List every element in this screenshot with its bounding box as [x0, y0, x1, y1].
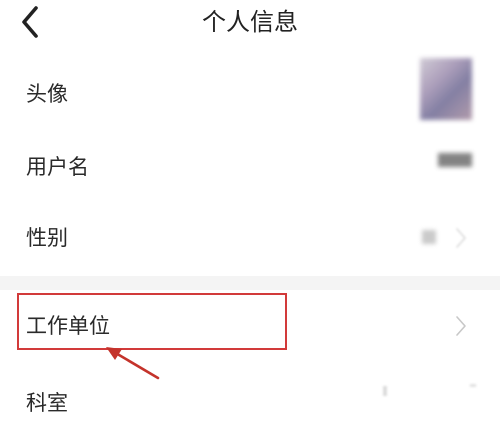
department-artifact — [470, 384, 476, 387]
gender-label: 性别 — [26, 226, 68, 250]
chevron-right-icon — [456, 228, 466, 248]
username-value-redacted — [438, 153, 472, 167]
section-divider — [0, 276, 500, 290]
avatar-row[interactable]: 头像 — [0, 46, 500, 142]
work-unit-label: 工作单位 — [26, 314, 110, 338]
username-row[interactable]: 用户名 — [0, 142, 500, 202]
navigation-bar: 个人信息 — [0, 0, 500, 46]
work-unit-row[interactable]: 工作单位 — [0, 290, 500, 362]
personal-info-screen: 个人信息 头像 用户名 性别 工作单位 科室 — [0, 0, 500, 429]
avatar[interactable] — [420, 58, 472, 120]
gender-row[interactable]: 性别 — [0, 202, 500, 276]
department-label: 科室 — [26, 391, 68, 415]
avatar-label: 头像 — [26, 82, 68, 106]
page-title: 个人信息 — [202, 8, 298, 36]
username-label: 用户名 — [26, 155, 89, 179]
gender-value-redacted — [422, 230, 436, 244]
department-row[interactable]: 科室 — [0, 362, 500, 429]
chevron-right-icon — [456, 316, 466, 336]
department-value-redacted — [383, 386, 387, 396]
